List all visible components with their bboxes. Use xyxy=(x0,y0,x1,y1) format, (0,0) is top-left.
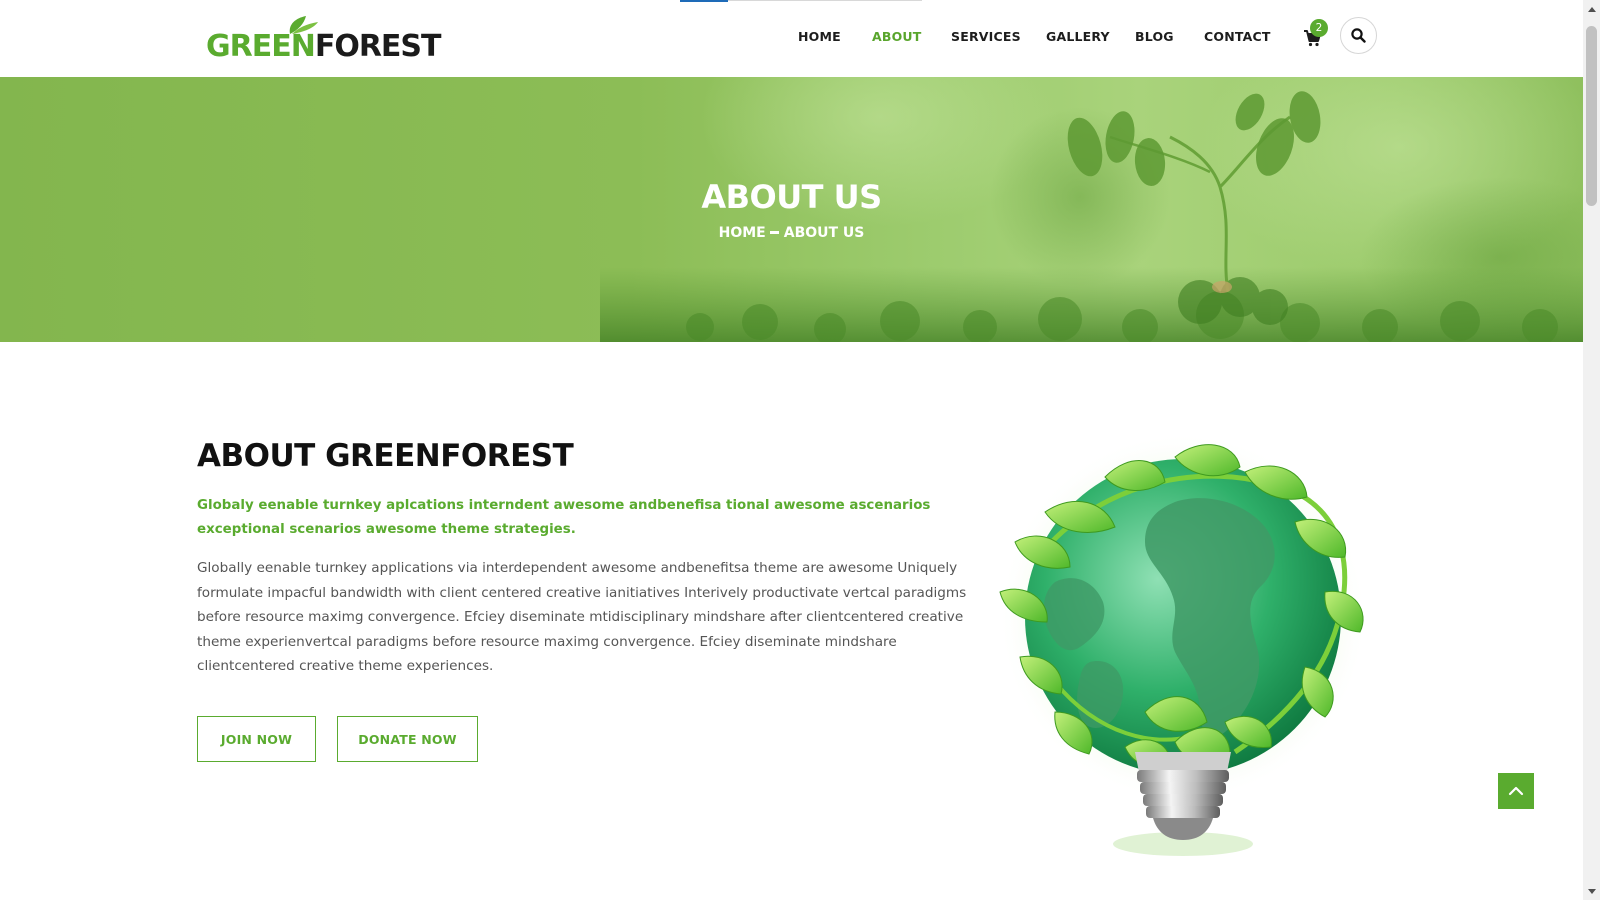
triangle-down-icon xyxy=(1587,888,1596,894)
page-title: ABOUT US xyxy=(701,178,882,216)
breadcrumb-current: ABOUT US xyxy=(783,225,865,241)
nav-item-contact[interactable]: CONTACT xyxy=(1204,26,1271,48)
nav-item-home[interactable]: HOME xyxy=(798,26,841,48)
cart-count-badge: 2 xyxy=(1310,19,1328,37)
search-button[interactable] xyxy=(1340,17,1377,54)
donate-now-button[interactable]: DONATE NOW xyxy=(337,716,478,762)
eco-lightbulb-globe-image xyxy=(995,432,1395,872)
breadcrumb: HOME ABOUT US xyxy=(0,225,1583,241)
nav-item-services[interactable]: SERVICES xyxy=(951,26,1021,48)
join-now-button[interactable]: JOIN NOW xyxy=(197,716,316,762)
header-divider-accent xyxy=(680,0,728,2)
page-hero-banner: ABOUT US HOME ABOUT US xyxy=(0,77,1583,342)
scroll-to-top-button[interactable] xyxy=(1498,773,1534,809)
site-header: GREEN FOREST HOME ABOUT SERVICES GALLERY … xyxy=(0,0,1583,77)
leaf-icon xyxy=(289,16,318,34)
about-body-text: Globally eenable turnkey applications vi… xyxy=(197,560,967,674)
nav-item-blog[interactable]: BLOG xyxy=(1135,26,1174,48)
logo-text-dark: FOREST xyxy=(314,29,442,64)
site-logo[interactable]: GREEN FOREST xyxy=(206,14,441,62)
triangle-up-icon xyxy=(1587,6,1596,12)
scrollbar-thumb[interactable] xyxy=(1586,26,1597,206)
logo-text-green: GREEN xyxy=(206,29,316,64)
nav-item-gallery[interactable]: GALLERY xyxy=(1046,26,1110,48)
scroll-down-arrow[interactable] xyxy=(1583,883,1600,900)
page-scrollbar[interactable] xyxy=(1583,0,1600,900)
about-lead-text: Globaly eenable turnkey aplcations inter… xyxy=(197,498,931,537)
search-icon xyxy=(1351,28,1366,43)
chevron-up-icon xyxy=(1508,786,1524,796)
breadcrumb-separator xyxy=(769,230,779,234)
scroll-up-arrow[interactable] xyxy=(1583,0,1600,17)
nav-item-about[interactable]: ABOUT xyxy=(872,26,922,48)
about-section-title: ABOUT GREENFOREST xyxy=(197,438,574,474)
breadcrumb-home-link[interactable]: HOME xyxy=(719,225,766,241)
